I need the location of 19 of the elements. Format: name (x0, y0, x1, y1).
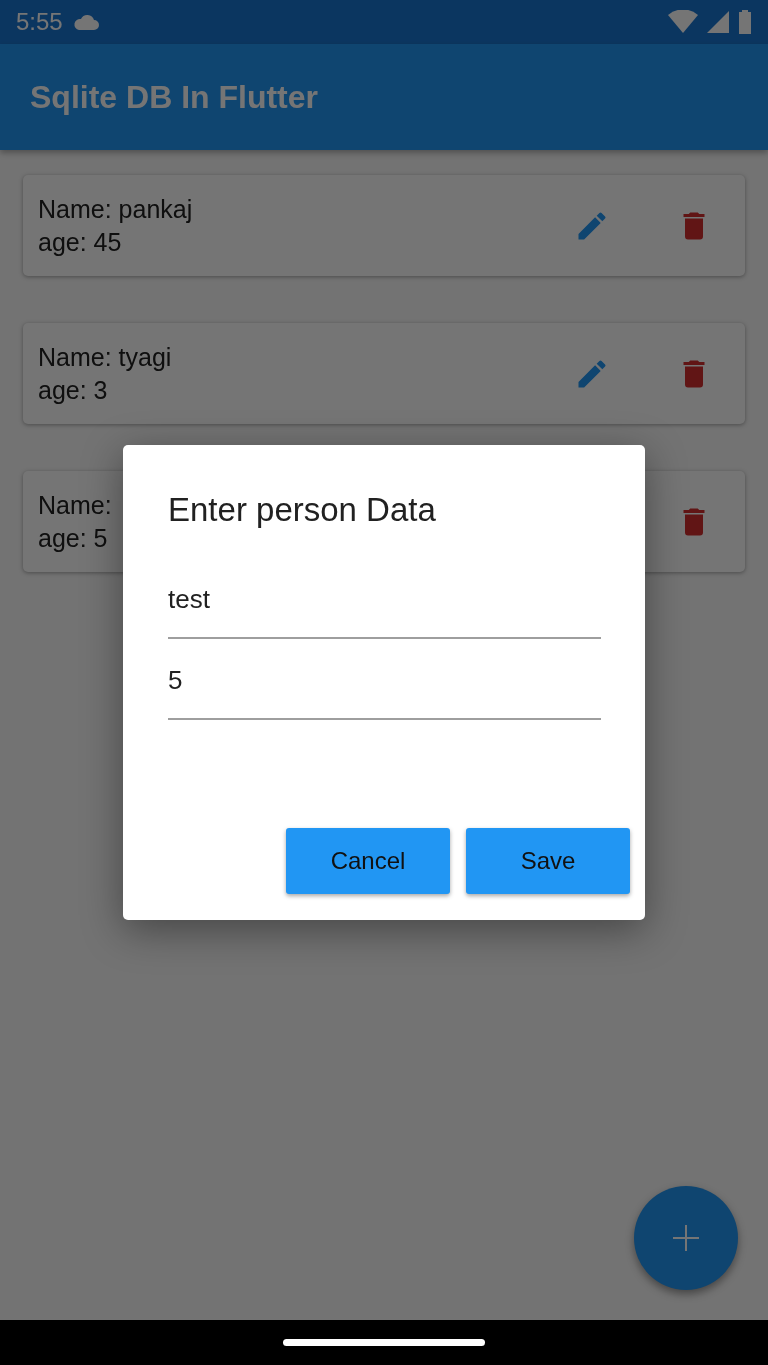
person-name: Name: (38, 489, 112, 521)
person-name: Name: pankaj (38, 193, 193, 225)
cancel-button[interactable]: Cancel (286, 828, 450, 894)
person-age: age: 3 (38, 374, 108, 406)
wifi-icon (668, 10, 698, 34)
input-field[interactable]: test (168, 569, 601, 639)
person-age: age: 45 (38, 226, 122, 258)
cloud-icon (72, 13, 99, 31)
status-time: 5:55 (16, 7, 63, 37)
person-age: age: 5 (38, 522, 108, 554)
app-title: Sqlite DB In Flutter (30, 78, 318, 117)
save-button[interactable]: Save (466, 828, 630, 894)
dialog-title: Enter person Data (168, 490, 437, 530)
plus-icon (671, 1223, 701, 1253)
signal-icon (706, 10, 730, 34)
battery-icon (738, 10, 752, 34)
add-button[interactable] (634, 1186, 738, 1290)
person-name: Name: tyagi (38, 341, 172, 373)
input-field[interactable]: 5 (168, 650, 601, 720)
